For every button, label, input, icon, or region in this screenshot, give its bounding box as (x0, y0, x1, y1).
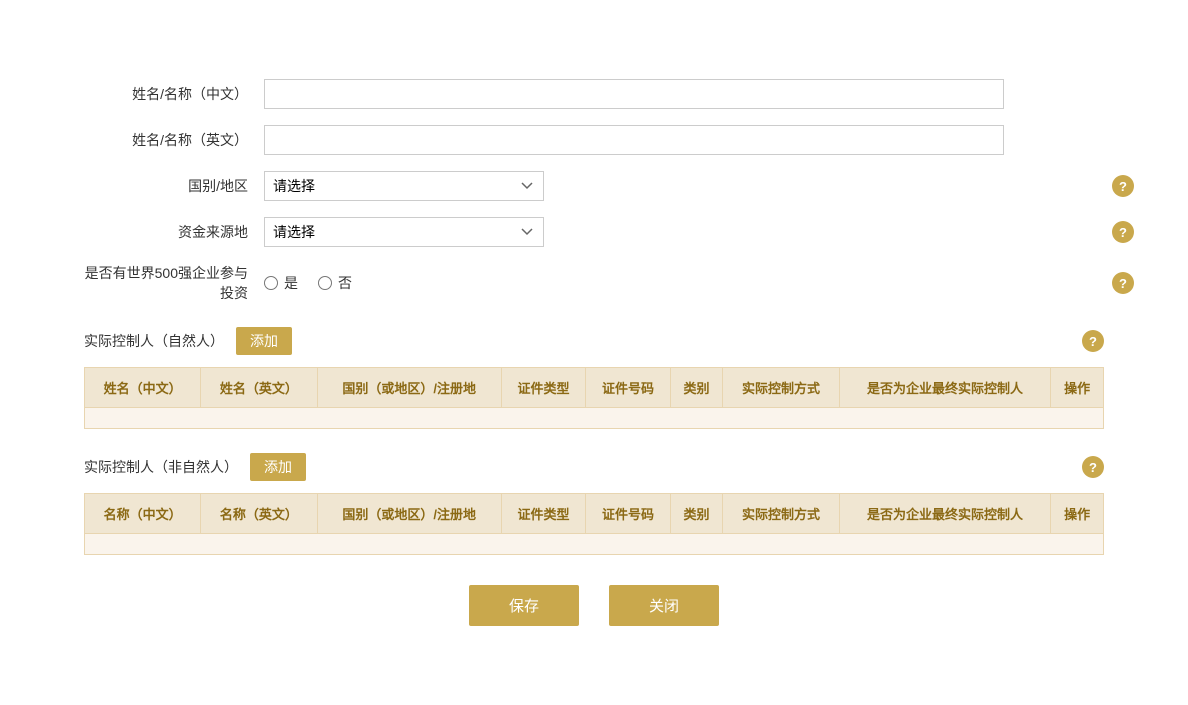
fortune500-yes-radio[interactable] (264, 276, 278, 290)
non-natural-person-empty-row (85, 534, 1104, 555)
fortune500-yes-label: 是 (284, 273, 298, 293)
non-natural-person-title: 实际控制人（非自然人） (84, 457, 238, 477)
save-button[interactable]: 保存 (469, 585, 579, 626)
nnp-col-name-english: 名称（英文） (201, 494, 317, 534)
name-english-input[interactable] (264, 125, 1004, 155)
nnp-col-operation: 操作 (1051, 494, 1104, 534)
fortune500-no-label: 否 (338, 273, 352, 293)
name-english-label: 姓名/名称（英文） (84, 130, 264, 150)
nnp-col-control-method: 实际控制方式 (723, 494, 839, 534)
name-english-row: 姓名/名称（英文） (84, 125, 1104, 155)
natural-person-table-header-row: 姓名（中文） 姓名（英文） 国别（或地区）/注册地 证件类型 证件号码 类别 实… (85, 368, 1104, 408)
fortune500-row: 是否有世界500强企业参与投资 是 否 ? (84, 263, 1104, 303)
fund-source-label: 资金来源地 (84, 222, 264, 242)
np-col-name-english: 姓名（英文） (201, 368, 317, 408)
close-button[interactable]: 关闭 (609, 585, 719, 626)
fortune500-yes-option[interactable]: 是 (264, 273, 298, 293)
bottom-buttons: 保存 关闭 (84, 585, 1104, 626)
nnp-col-cert-type: 证件类型 (501, 494, 585, 534)
nnp-col-cert-num: 证件号码 (586, 494, 670, 534)
natural-person-title: 实际控制人（自然人） (84, 331, 224, 351)
np-col-country: 国别（或地区）/注册地 (317, 368, 501, 408)
country-label: 国别/地区 (84, 176, 264, 196)
name-chinese-label: 姓名/名称（中文） (84, 84, 264, 104)
non-natural-person-table-header-row: 名称（中文） 名称（英文） 国别（或地区）/注册地 证件类型 证件号码 类别 实… (85, 494, 1104, 534)
np-col-category: 类别 (670, 368, 723, 408)
np-col-cert-num: 证件号码 (586, 368, 670, 408)
non-natural-person-header: 实际控制人（非自然人） 添加 ? (84, 453, 1104, 481)
country-row: 国别/地区 请选择 ? (84, 171, 1104, 201)
np-col-operation: 操作 (1051, 368, 1104, 408)
name-chinese-row: 姓名/名称（中文） (84, 79, 1104, 109)
fortune500-help-icon[interactable]: ? (1112, 272, 1134, 294)
fortune500-label: 是否有世界500强企业参与投资 (84, 263, 264, 303)
page-container: 姓名/名称（中文） 姓名/名称（英文） 国别/地区 请选择 ? 资金来源地 请选… (44, 49, 1144, 656)
form-section: 姓名/名称（中文） 姓名/名称（英文） 国别/地区 请选择 ? 资金来源地 请选… (84, 79, 1104, 303)
country-select[interactable]: 请选择 (264, 171, 544, 201)
nnp-col-category: 类别 (670, 494, 723, 534)
np-col-control-method: 实际控制方式 (723, 368, 839, 408)
np-col-name-chinese: 姓名（中文） (85, 368, 201, 408)
country-help-icon[interactable]: ? (1112, 175, 1134, 197)
non-natural-person-add-button[interactable]: 添加 (250, 453, 306, 481)
fortune500-no-radio[interactable] (318, 276, 332, 290)
natural-person-empty-row (85, 408, 1104, 429)
fund-source-row: 资金来源地 请选择 ? (84, 217, 1104, 247)
fortune500-radio-group: 是 否 (264, 273, 352, 293)
name-chinese-input[interactable] (264, 79, 1004, 109)
natural-person-section: 实际控制人（自然人） 添加 ? 姓名（中文） 姓名（英文） 国别（或地区）/注册… (84, 327, 1104, 429)
natural-person-help-icon[interactable]: ? (1082, 330, 1104, 352)
natural-person-add-button[interactable]: 添加 (236, 327, 292, 355)
non-natural-person-help-icon[interactable]: ? (1082, 456, 1104, 478)
natural-person-header: 实际控制人（自然人） 添加 ? (84, 327, 1104, 355)
fund-source-help-icon[interactable]: ? (1112, 221, 1134, 243)
np-col-cert-type: 证件类型 (501, 368, 585, 408)
natural-person-table: 姓名（中文） 姓名（英文） 国别（或地区）/注册地 证件类型 证件号码 类别 实… (84, 367, 1104, 429)
fund-source-select[interactable]: 请选择 (264, 217, 544, 247)
nnp-col-name-chinese: 名称（中文） (85, 494, 201, 534)
nnp-col-is-final-controller: 是否为企业最终实际控制人 (839, 494, 1051, 534)
non-natural-person-section: 实际控制人（非自然人） 添加 ? 名称（中文） 名称（英文） 国别（或地区）/注… (84, 453, 1104, 555)
nnp-col-country: 国别（或地区）/注册地 (317, 494, 501, 534)
fortune500-no-option[interactable]: 否 (318, 273, 352, 293)
np-col-is-final-controller: 是否为企业最终实际控制人 (839, 368, 1051, 408)
non-natural-person-table: 名称（中文） 名称（英文） 国别（或地区）/注册地 证件类型 证件号码 类别 实… (84, 493, 1104, 555)
